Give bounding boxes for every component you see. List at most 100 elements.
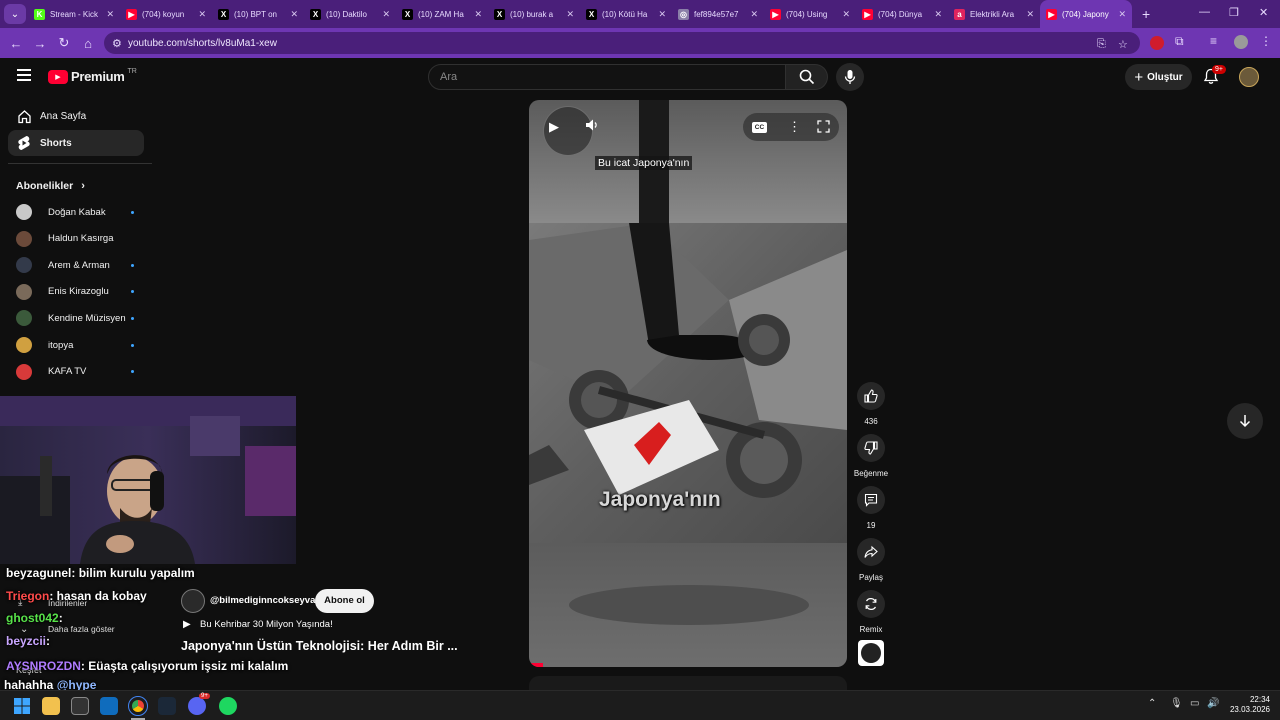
volume-tray-icon[interactable]: 🔊 xyxy=(1207,698,1219,709)
close-tab-icon[interactable]: ✕ xyxy=(1026,9,1034,20)
close-tab-icon[interactable]: ✕ xyxy=(198,9,206,20)
sidebar-show-more[interactable]: Daha fazla göster xyxy=(48,624,115,634)
back-icon[interactable]: ← xyxy=(4,36,28,51)
close-tab-icon[interactable]: ✕ xyxy=(382,9,390,20)
close-tab-icon[interactable]: ✕ xyxy=(934,9,942,20)
next-video-button[interactable] xyxy=(1227,403,1263,439)
browser-tab[interactable]: X (10) BPT on ✕ xyxy=(212,0,304,28)
share-button[interactable] xyxy=(857,538,885,566)
browser-tab[interactable]: X (10) Kötü Ha ✕ xyxy=(580,0,672,28)
search-button[interactable] xyxy=(786,64,828,90)
share-action[interactable]: Paylaş xyxy=(857,538,885,582)
close-tab-icon[interactable]: ✕ xyxy=(750,9,758,20)
close-tab-icon[interactable]: ✕ xyxy=(106,9,114,20)
media-control-icon[interactable]: ≡ xyxy=(1210,34,1217,48)
close-tab-icon[interactable]: ✕ xyxy=(1118,9,1126,20)
spotify-icon[interactable] xyxy=(219,697,237,715)
discord-icon[interactable] xyxy=(188,697,206,715)
reload-icon[interactable]: ↻ xyxy=(52,35,76,51)
extension-icon[interactable] xyxy=(1150,36,1164,50)
comments-button[interactable] xyxy=(857,486,885,514)
fullscreen-icon[interactable] xyxy=(817,120,830,138)
subscribe-button[interactable]: Abone ol xyxy=(315,589,374,613)
profile-avatar[interactable] xyxy=(1234,35,1248,49)
play-icon[interactable]: ▶ xyxy=(549,119,559,135)
subscriptions-header[interactable]: Abonelikler › xyxy=(16,180,85,192)
youtube-logo[interactable]: ▶ Premium TR xyxy=(48,68,137,84)
captions-icon[interactable]: CC xyxy=(752,122,767,133)
sidebar-item-home[interactable]: Ana Sayfa xyxy=(8,103,144,129)
minimize-icon[interactable]: — xyxy=(1199,6,1210,18)
subscription-item[interactable]: Doğan Kabak xyxy=(8,200,144,224)
site-info-icon[interactable]: ⚙ xyxy=(112,37,122,50)
close-tab-icon[interactable]: ✕ xyxy=(658,9,666,20)
browser-menu-icon[interactable]: ⋮ xyxy=(1260,34,1272,48)
file-explorer-icon[interactable] xyxy=(42,697,60,715)
notifications-button[interactable]: 9+ xyxy=(1203,65,1226,90)
remix-button[interactable] xyxy=(857,590,885,618)
url-input[interactable]: ⚙ youtube.com/shorts/lv8uMa1-xew ⎘ ☆ xyxy=(104,32,1140,54)
youtube-header: ▶ Premium TR Ara + Oluştur 9+ xyxy=(0,58,1280,96)
channel-handle[interactable]: @bilmediginncokseyvar xyxy=(210,595,319,606)
browser-tab[interactable]: X (10) ZAM Ha ✕ xyxy=(396,0,488,28)
subscription-item[interactable]: KAFA TV xyxy=(8,360,144,384)
restore-icon[interactable]: ❐ xyxy=(1229,6,1239,19)
browser-tab[interactable]: X (10) burak a ✕ xyxy=(488,0,580,28)
next-short-preview[interactable] xyxy=(529,676,847,690)
subscription-item[interactable]: Haldun Kasırga xyxy=(8,227,144,251)
close-tab-icon[interactable]: ✕ xyxy=(290,9,298,20)
shorts-video-player[interactable]: ▶ CC ⋮ Bu icat Japonya'nın Japonya'nın xyxy=(529,100,847,667)
remix-action[interactable]: Remix xyxy=(857,590,885,634)
steam-icon[interactable] xyxy=(158,697,176,715)
tab-search-button[interactable]: ⌄ xyxy=(4,4,26,24)
dislike-action[interactable]: Beğenme xyxy=(854,434,888,478)
home-icon[interactable]: ⌂ xyxy=(76,36,100,51)
voice-search-button[interactable] xyxy=(836,63,864,91)
sidebar-item-shorts[interactable]: Shorts xyxy=(8,130,144,156)
new-tab-button[interactable]: + xyxy=(1142,6,1150,22)
subscription-item[interactable]: Kendine Müzisyen xyxy=(8,306,144,330)
close-window-icon[interactable]: ✕ xyxy=(1259,6,1268,19)
install-app-icon[interactable]: ⎘ xyxy=(1097,38,1106,51)
like-button[interactable] xyxy=(857,382,885,410)
volume-icon[interactable] xyxy=(585,118,599,137)
create-button[interactable]: + Oluştur xyxy=(1125,64,1192,90)
browser-tab[interactable]: ▶ (704) Using ✕ xyxy=(764,0,856,28)
more-options-icon[interactable]: ⋮ xyxy=(788,119,801,135)
search-input[interactable]: Ara xyxy=(428,64,786,90)
browser-tab[interactable]: ▶ (704) Dünya ✕ xyxy=(856,0,948,28)
account-avatar[interactable] xyxy=(1239,67,1259,87)
close-tab-icon[interactable]: ✕ xyxy=(474,9,482,20)
chrome-icon[interactable] xyxy=(128,696,148,716)
network-icon[interactable]: ▭ xyxy=(1190,698,1199,709)
browser-tab[interactable]: K Stream - Kick ✕ xyxy=(28,0,120,28)
close-tab-icon[interactable]: ✕ xyxy=(566,9,574,20)
sound-thumbnail[interactable] xyxy=(858,640,884,666)
hamburger-menu-icon[interactable] xyxy=(17,69,31,81)
subscription-item[interactable]: Arem & Arman xyxy=(8,253,144,277)
store-icon[interactable] xyxy=(71,697,89,715)
channel-avatar[interactable] xyxy=(181,589,205,613)
close-tab-icon[interactable]: ✕ xyxy=(842,9,850,20)
browser-tab[interactable]: a Elektrikli Ara ✕ xyxy=(948,0,1040,28)
microphone-tray-icon[interactable]: 🎙 xyxy=(1170,698,1183,709)
related-video-link[interactable]: Bu Kehribar 30 Milyon Yaşında! xyxy=(200,619,333,630)
extensions-puzzle-icon[interactable]: ⧉ xyxy=(1175,34,1184,49)
windows-start-icon[interactable] xyxy=(13,697,31,715)
subscription-item[interactable]: Enis Kirazoglu xyxy=(8,280,144,304)
like-action[interactable]: 436 xyxy=(857,382,885,426)
bookmark-star-icon[interactable]: ☆ xyxy=(1118,38,1128,51)
browser-tab[interactable]: X (10) Daktilo ✕ xyxy=(304,0,396,28)
browser-tab[interactable]: ▶ (704) Japony ✕ xyxy=(1040,0,1132,28)
tray-overflow-icon[interactable]: ⌃ xyxy=(1148,698,1156,709)
comments-action[interactable]: 19 xyxy=(857,486,885,530)
browser-tab[interactable]: ▶ (704) koyun ✕ xyxy=(120,0,212,28)
subscriptions-title: Abonelikler xyxy=(16,180,74,192)
short-title[interactable]: Japonya'nın Üstün Teknolojisi: Her Adım … xyxy=(181,639,458,653)
subscription-item[interactable]: itopya xyxy=(8,333,144,357)
clock[interactable]: 22:34 23.03.2026 xyxy=(1226,695,1270,715)
forward-icon[interactable]: → xyxy=(28,36,52,51)
outlook-icon[interactable] xyxy=(100,697,118,715)
dislike-button[interactable] xyxy=(857,434,885,462)
browser-tab[interactable]: ◎ fef894e57e7 ✕ xyxy=(672,0,764,28)
